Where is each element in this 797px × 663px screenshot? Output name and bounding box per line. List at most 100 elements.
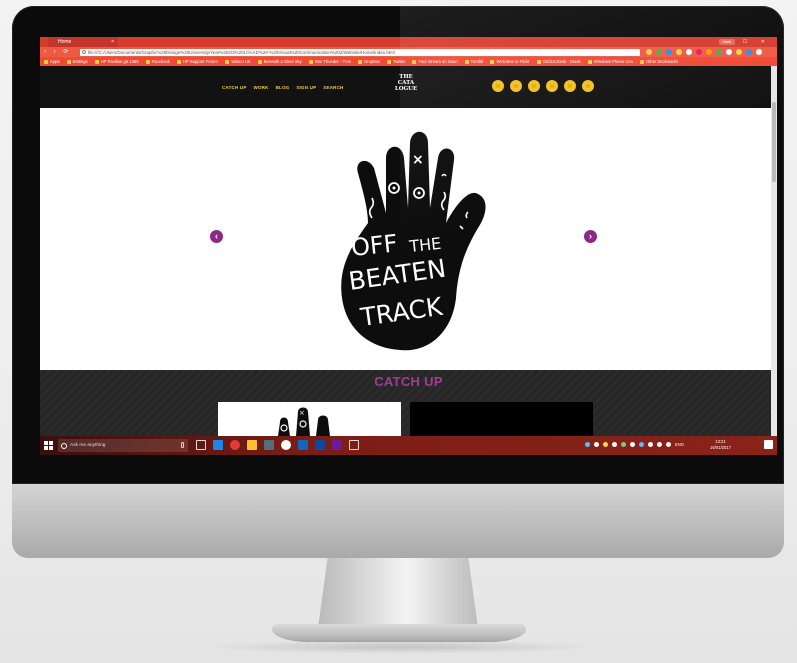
- window-controls[interactable]: – ☐ ✕: [727, 37, 771, 47]
- info-icon[interactable]: [82, 49, 86, 54]
- bookmark-label: War Thunder - Free: [314, 59, 352, 64]
- extension-icon[interactable]: [696, 49, 702, 55]
- bookmark-item[interactable]: Windows Phone Cen: [587, 59, 633, 64]
- network-icon[interactable]: [657, 442, 662, 447]
- bookmark-item[interactable]: Welcome to Flickr: [490, 59, 530, 64]
- file-explorer-icon[interactable]: [247, 440, 257, 450]
- bookmark-icon: [145, 59, 150, 64]
- scroll-thumb[interactable]: [772, 102, 776, 182]
- tray-icon[interactable]: [594, 442, 599, 447]
- bookmark-item[interactable]: Other bookmarks: [639, 59, 678, 64]
- microphone-icon[interactable]: [181, 442, 184, 448]
- nav-link-work[interactable]: WORK: [254, 85, 269, 90]
- taskbar-clock[interactable]: 13:21 16/01/2017: [710, 439, 731, 451]
- slider-next-button[interactable]: ›: [584, 230, 597, 243]
- nav-link-sign-up[interactable]: SIGN UP: [296, 85, 316, 90]
- bookmark-label: Dropbox: [364, 59, 381, 64]
- browser-tab-bar: Home × Mark – ☐ ✕: [40, 37, 777, 47]
- extension-icon[interactable]: [686, 49, 692, 55]
- site-logo[interactable]: THE CATA LOGUE: [386, 74, 426, 92]
- bookmark-item[interactable]: HP Support Forum: [176, 59, 218, 64]
- bookmark-item[interactable]: Beneath a Steel Sky: [257, 59, 302, 64]
- tray-icon[interactable]: [612, 442, 617, 447]
- bookmark-icon: [412, 59, 417, 64]
- task-view-icon[interactable]: [196, 440, 206, 450]
- windows-taskbar: Ask me anything ENG 13:21 16/01/2017: [40, 436, 777, 455]
- bookmark-label: HP Support Forum: [182, 59, 218, 64]
- card-hand-thumbnail: ×: [278, 407, 330, 436]
- nav-link-search[interactable]: SEARCH: [323, 85, 343, 90]
- social-icon[interactable]: [546, 80, 558, 92]
- tray-icon[interactable]: [648, 442, 653, 447]
- nav-link-blog[interactable]: BLOG: [276, 85, 290, 90]
- bookmark-label: Tumblr: [470, 59, 484, 64]
- bookmark-item[interactable]: War Thunder - Free: [308, 59, 352, 64]
- browser-tab[interactable]: Home ×: [48, 37, 118, 47]
- app-icon[interactable]: [315, 440, 325, 450]
- app-icon[interactable]: [332, 440, 342, 450]
- bookmark-item[interactable]: Twitter: [387, 59, 405, 64]
- search-placeholder: Ask me anything: [70, 443, 106, 448]
- app-icon[interactable]: [298, 440, 308, 450]
- hero-slider: ‹ › × OFF THE BEATEN TRACK: [40, 108, 777, 370]
- extension-icon[interactable]: [746, 49, 752, 55]
- language-indicator[interactable]: ENG: [675, 442, 684, 447]
- page-scrollbar[interactable]: [771, 66, 777, 436]
- tray-icon[interactable]: [639, 442, 644, 447]
- social-icon[interactable]: [528, 80, 540, 92]
- extension-icon[interactable]: [706, 49, 712, 55]
- bookmark-label: Windows Phone Cen: [593, 59, 633, 64]
- taskbar-search-box[interactable]: Ask me anything: [58, 439, 188, 452]
- app-icon[interactable]: [349, 440, 359, 450]
- app-icon[interactable]: [281, 440, 291, 450]
- windows-start-icon[interactable]: [44, 441, 53, 450]
- social-icon[interactable]: [564, 80, 576, 92]
- bookmark-label: Your stream on Soun: [418, 59, 458, 64]
- bookmark-item[interactable]: Dropbox: [358, 59, 380, 64]
- nav-link-catch-up[interactable]: CATCH UP: [222, 85, 247, 90]
- extension-icon[interactable]: [726, 49, 732, 55]
- extension-icon[interactable]: [666, 49, 672, 55]
- social-icon[interactable]: [492, 80, 504, 92]
- bookmark-item[interactable]: Facebook: [145, 59, 170, 64]
- volume-icon[interactable]: [666, 442, 671, 447]
- star-icon[interactable]: [646, 49, 652, 55]
- tray-icon[interactable]: [621, 442, 626, 447]
- bookmark-item[interactable]: Yahoo! UK: [224, 59, 251, 64]
- tray-icon[interactable]: [603, 442, 608, 447]
- bookmark-item[interactable]: HP Pavilion g6 1369: [94, 59, 139, 64]
- social-icon[interactable]: [510, 80, 522, 92]
- slider-prev-button[interactable]: ‹: [210, 230, 223, 243]
- action-center-icon[interactable]: [764, 440, 773, 449]
- bookmark-item[interactable]: Your stream on Soun: [412, 59, 458, 64]
- social-links: [492, 80, 594, 92]
- bookmark-item[interactable]: Settings: [66, 59, 88, 64]
- chrome-icon[interactable]: [230, 440, 240, 450]
- bookmark-icon: [44, 59, 48, 64]
- tray-icon[interactable]: [585, 442, 590, 447]
- bookmarks-bar: Apps Settings HP Pavilion g6 1369 Facebook H…: [40, 57, 777, 66]
- logo-line: LOGUE: [394, 86, 418, 92]
- bookmark-item[interactable]: Apps: [44, 59, 60, 64]
- bookmark-item[interactable]: GridUCDesk - Stude: [536, 59, 581, 64]
- catch-up-card[interactable]: [410, 402, 593, 436]
- hand-text-off: OFF: [350, 229, 399, 262]
- extension-icon[interactable]: [656, 49, 662, 55]
- address-bar[interactable]: file:///C:/Users/Documents/Graphic%20Des…: [80, 48, 640, 56]
- social-icon[interactable]: [582, 80, 594, 92]
- site-nav: CATCH UP WORK BLOG SIGN UP SEARCH: [222, 85, 344, 90]
- store-icon[interactable]: [264, 440, 274, 450]
- bookmark-item[interactable]: Tumblr: [464, 59, 484, 64]
- bookmark-label: Beneath a Steel Sky: [263, 59, 302, 64]
- extension-icon[interactable]: [716, 49, 722, 55]
- hand-text-the: THE: [407, 234, 442, 256]
- menu-icon[interactable]: [756, 49, 762, 55]
- catch-up-card[interactable]: ×: [218, 402, 401, 436]
- bookmark-icon: [308, 59, 313, 64]
- extension-icon[interactable]: [736, 49, 742, 55]
- tray-icon[interactable]: [630, 442, 635, 447]
- tab-close-icon[interactable]: ×: [111, 37, 114, 47]
- edge-icon[interactable]: [213, 440, 223, 450]
- nav-buttons[interactable]: ‹ › ⟳: [44, 47, 71, 57]
- extension-icon[interactable]: [676, 49, 682, 55]
